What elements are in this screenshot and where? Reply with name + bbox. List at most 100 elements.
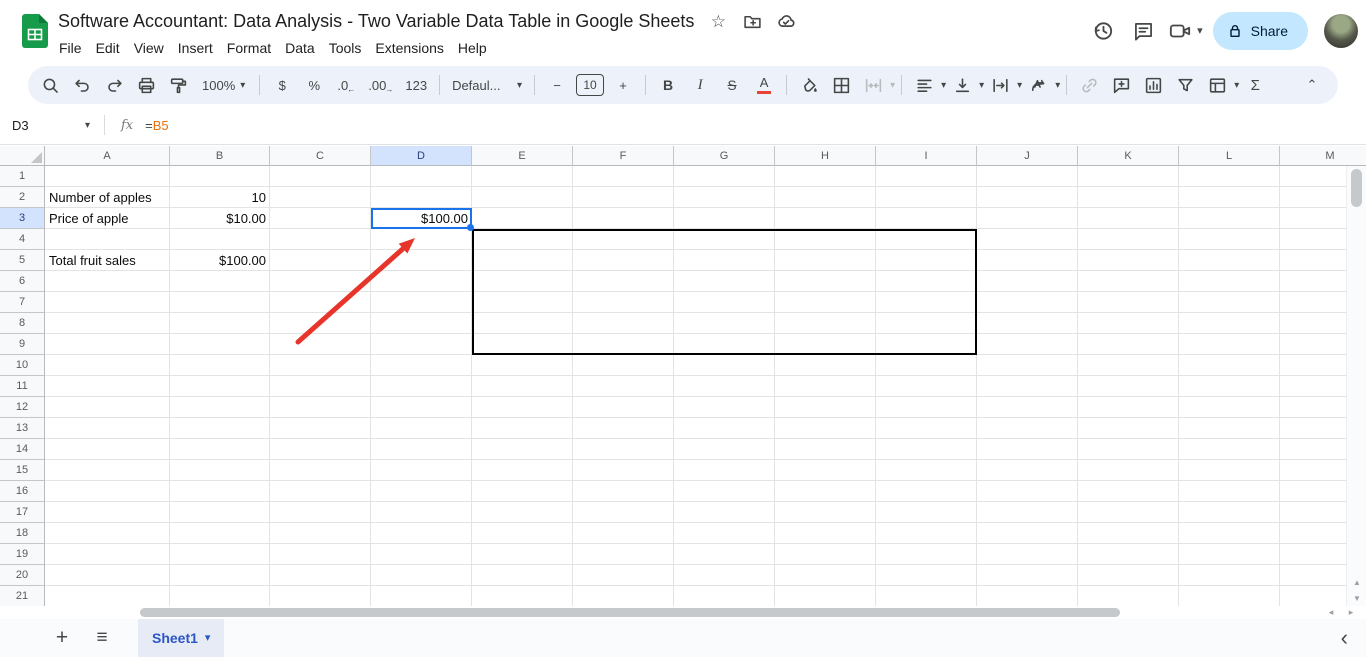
horizontal-scrollbar[interactable]: ◂ ▸ bbox=[0, 606, 1366, 619]
share-button[interactable]: Share bbox=[1212, 12, 1308, 50]
format-percent-button[interactable]: % bbox=[300, 71, 328, 99]
vertical-scrollbar[interactable]: ▲ ▼ bbox=[1346, 166, 1366, 606]
decrease-font-size-button[interactable]: − bbox=[543, 71, 571, 99]
collapse-side-panel-button[interactable]: ‹ bbox=[1341, 625, 1348, 651]
zoom-select[interactable]: 100% ▾ bbox=[194, 71, 253, 99]
row-header-15[interactable]: 15 bbox=[0, 460, 45, 481]
redo-button[interactable] bbox=[100, 71, 128, 99]
menu-item-format[interactable]: Format bbox=[220, 38, 278, 58]
search-menus-button[interactable] bbox=[36, 71, 64, 99]
row-header-12[interactable]: 12 bbox=[0, 397, 45, 418]
add-sheet-button[interactable]: + bbox=[44, 620, 80, 656]
version-history-button[interactable] bbox=[1083, 11, 1123, 51]
font-size-input[interactable]: 10 bbox=[576, 74, 605, 96]
row-header-4[interactable]: 4 bbox=[0, 229, 45, 250]
scroll-up-button[interactable]: ▲ bbox=[1347, 574, 1366, 590]
functions-button[interactable]: Σ bbox=[1241, 71, 1269, 99]
vertical-scrollbar-thumb[interactable] bbox=[1351, 169, 1362, 207]
hide-menus-button[interactable]: ⌃ bbox=[1298, 77, 1326, 93]
column-header-D[interactable]: D bbox=[371, 146, 472, 166]
column-header-F[interactable]: F bbox=[573, 146, 674, 166]
all-sheets-button[interactable]: ≡ bbox=[84, 620, 120, 656]
insert-chart-button[interactable] bbox=[1139, 71, 1167, 99]
text-wrap-button[interactable] bbox=[986, 71, 1014, 99]
column-header-L[interactable]: L bbox=[1179, 146, 1280, 166]
account-avatar[interactable] bbox=[1324, 14, 1358, 48]
scroll-left-button[interactable]: ◂ bbox=[1322, 606, 1340, 619]
row-header-17[interactable]: 17 bbox=[0, 502, 45, 523]
italic-button[interactable]: I bbox=[686, 71, 714, 99]
text-rotation-button[interactable] bbox=[1024, 71, 1052, 99]
fill-color-button[interactable] bbox=[795, 71, 823, 99]
row-header-19[interactable]: 19 bbox=[0, 544, 45, 565]
column-header-B[interactable]: B bbox=[170, 146, 270, 166]
column-header-C[interactable]: C bbox=[270, 146, 371, 166]
vertical-align-button[interactable] bbox=[948, 71, 976, 99]
horizontal-scrollbar-thumb[interactable] bbox=[140, 608, 1120, 617]
insert-comment-button[interactable] bbox=[1107, 71, 1135, 99]
row-header-1[interactable]: 1 bbox=[0, 166, 45, 187]
menu-item-help[interactable]: Help bbox=[451, 38, 494, 58]
row-header-21[interactable]: 21 bbox=[0, 586, 45, 606]
paint-format-button[interactable] bbox=[164, 71, 192, 99]
fill-handle[interactable] bbox=[467, 224, 474, 231]
row-header-3[interactable]: 3 bbox=[0, 208, 45, 229]
menu-item-file[interactable]: File bbox=[52, 38, 89, 58]
menu-item-extensions[interactable]: Extensions bbox=[368, 38, 450, 58]
create-filter-button[interactable] bbox=[1171, 71, 1199, 99]
column-header-H[interactable]: H bbox=[775, 146, 876, 166]
comments-button[interactable] bbox=[1123, 11, 1163, 51]
decrease-decimals-button[interactable]: .0 ← bbox=[332, 71, 360, 99]
column-header-E[interactable]: E bbox=[472, 146, 573, 166]
row-header-6[interactable]: 6 bbox=[0, 271, 45, 292]
move-folder-icon[interactable] bbox=[742, 11, 762, 31]
row-header-2[interactable]: 2 bbox=[0, 187, 45, 208]
select-all-button[interactable] bbox=[0, 146, 45, 166]
row-header-10[interactable]: 10 bbox=[0, 355, 45, 376]
column-header-A[interactable]: A bbox=[45, 146, 170, 166]
row-header-14[interactable]: 14 bbox=[0, 439, 45, 460]
scroll-down-button[interactable]: ▼ bbox=[1347, 590, 1366, 606]
formula-input[interactable]: =B5 bbox=[145, 118, 169, 133]
merge-cells-button[interactable] bbox=[859, 71, 887, 99]
borders-button[interactable] bbox=[827, 71, 855, 99]
table-views-button[interactable] bbox=[1203, 71, 1231, 99]
cell-A3[interactable]: Price of apple bbox=[45, 208, 170, 229]
column-header-J[interactable]: J bbox=[977, 146, 1078, 166]
menu-item-view[interactable]: View bbox=[127, 38, 171, 58]
menu-item-insert[interactable]: Insert bbox=[171, 38, 220, 58]
cell-B3[interactable]: $10.00 bbox=[170, 208, 270, 229]
column-header-M[interactable]: M bbox=[1280, 146, 1366, 166]
scroll-right-button[interactable]: ▸ bbox=[1342, 606, 1360, 619]
row-header-8[interactable]: 8 bbox=[0, 313, 45, 334]
text-color-button[interactable]: A bbox=[750, 71, 778, 99]
row-header-20[interactable]: 20 bbox=[0, 565, 45, 586]
column-header-K[interactable]: K bbox=[1078, 146, 1179, 166]
star-icon[interactable]: ☆ bbox=[708, 11, 728, 31]
cloud-status-icon[interactable] bbox=[776, 11, 796, 31]
cell-A2[interactable]: Number of apples bbox=[45, 187, 170, 208]
meet-button[interactable]: ▾ bbox=[1163, 11, 1203, 51]
column-header-I[interactable]: I bbox=[876, 146, 977, 166]
undo-button[interactable] bbox=[68, 71, 96, 99]
row-header-9[interactable]: 9 bbox=[0, 334, 45, 355]
column-header-G[interactable]: G bbox=[674, 146, 775, 166]
more-formats-button[interactable]: 123 bbox=[401, 71, 431, 99]
row-header-7[interactable]: 7 bbox=[0, 292, 45, 313]
font-family-select[interactable]: Defaul... ▾ bbox=[446, 71, 528, 99]
row-header-5[interactable]: 5 bbox=[0, 250, 45, 271]
bold-button[interactable]: B bbox=[654, 71, 682, 99]
menu-item-tools[interactable]: Tools bbox=[322, 38, 369, 58]
increase-font-size-button[interactable]: + bbox=[609, 71, 637, 99]
cell-A5[interactable]: Total fruit sales bbox=[45, 250, 170, 271]
sheet-tab-sheet1[interactable]: Sheet1 ▾ bbox=[138, 619, 225, 657]
insert-link-button[interactable] bbox=[1075, 71, 1103, 99]
menu-item-edit[interactable]: Edit bbox=[89, 38, 127, 58]
row-header-11[interactable]: 11 bbox=[0, 376, 45, 397]
increase-decimals-button[interactable]: .00 → bbox=[364, 71, 397, 99]
strikethrough-button[interactable]: S bbox=[718, 71, 746, 99]
format-currency-button[interactable]: $ bbox=[268, 71, 296, 99]
row-header-16[interactable]: 16 bbox=[0, 481, 45, 502]
row-header-18[interactable]: 18 bbox=[0, 523, 45, 544]
name-box[interactable]: D3 ▾ bbox=[0, 118, 100, 133]
